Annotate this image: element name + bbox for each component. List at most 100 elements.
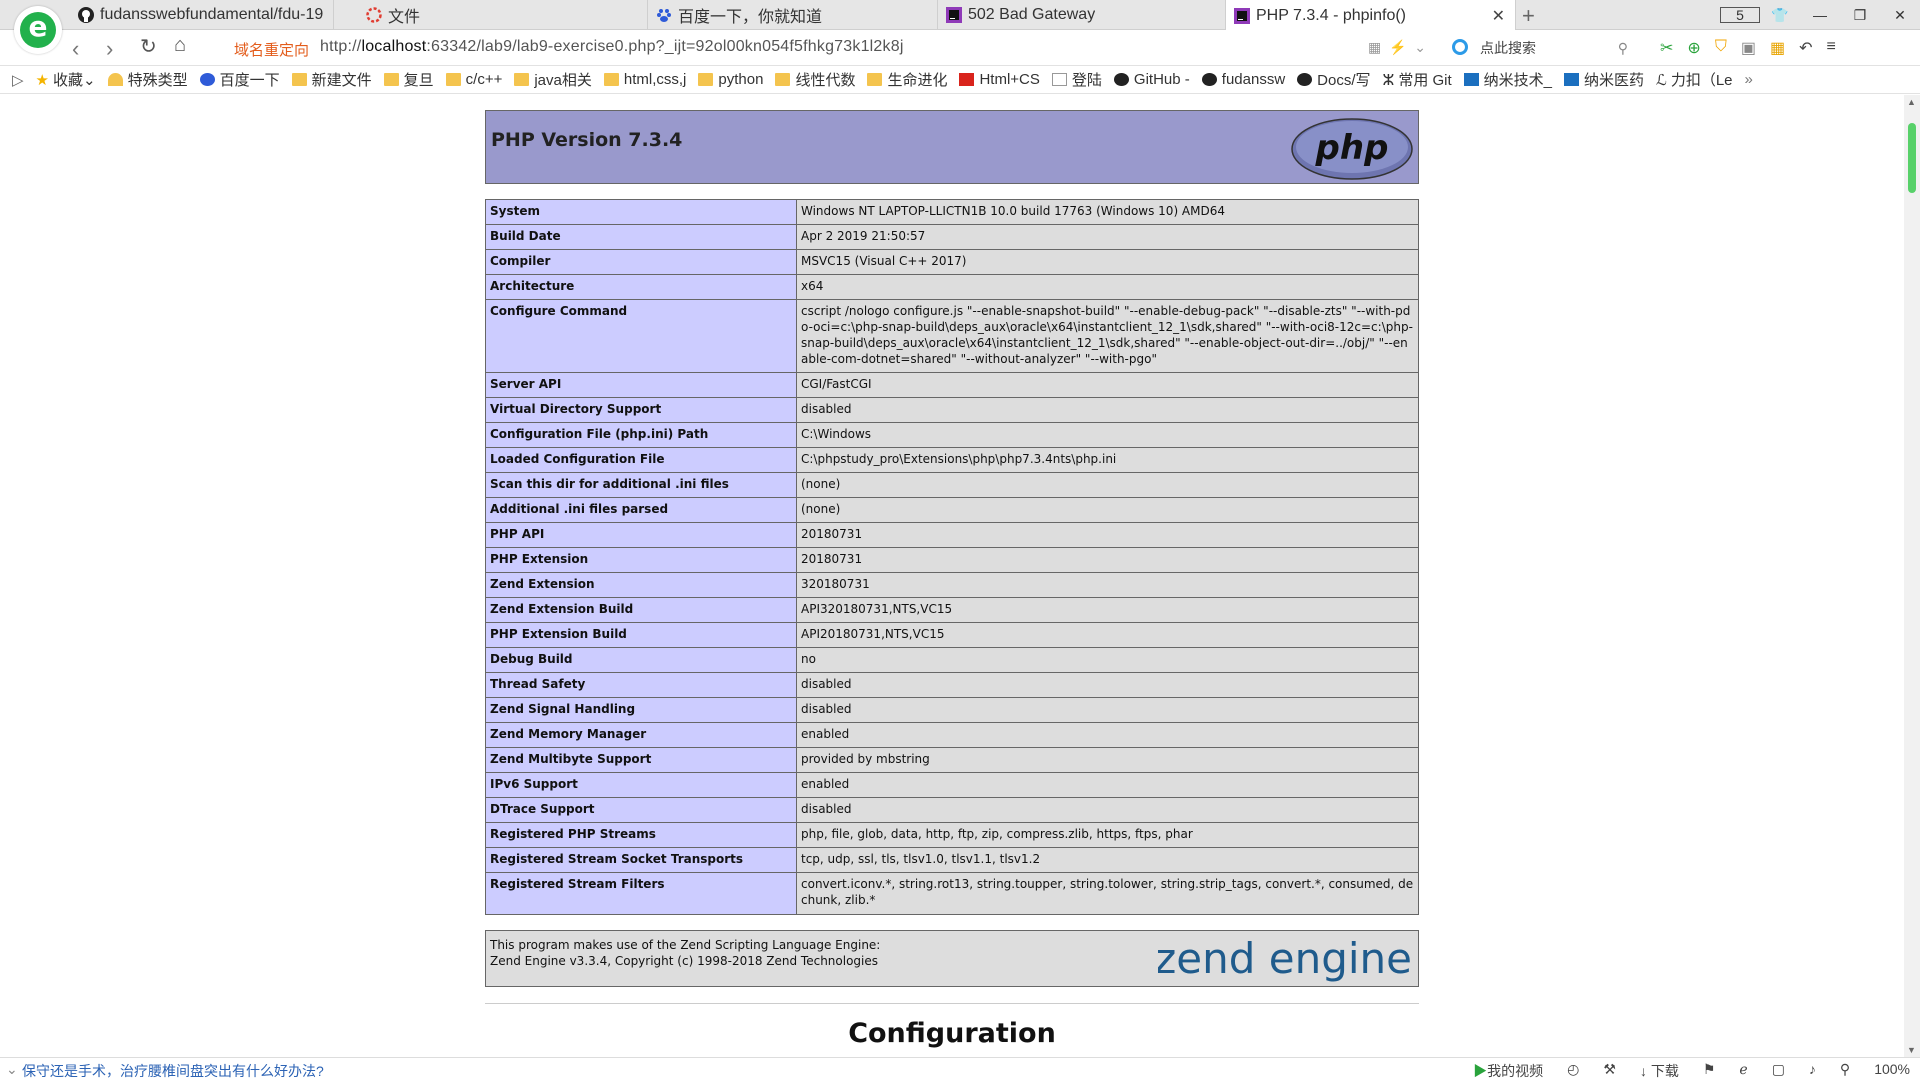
window-icon[interactable]: ▢ [1772,1061,1785,1081]
bookmark-item[interactable]: 纳米技术_ [1463,69,1552,90]
forward-button[interactable]: › [106,36,113,62]
row-value: API320180731,NTS,VC15 [796,597,1419,623]
speed-icon[interactable]: ◴ [1567,1061,1579,1081]
menu-icon[interactable]: ≡ [1826,38,1835,58]
browser-logo-icon[interactable]: e [14,6,62,54]
translate-icon[interactable]: ⊕ [1687,38,1700,58]
reload-icon[interactable]: ↻ [140,34,157,59]
bookmark-folder[interactable]: c/c++ [445,71,502,88]
star-icon: ★ [35,71,49,89]
page-scrollbar[interactable]: ▲ ▼ [1904,95,1920,1057]
bookmark-folder[interactable]: 生命进化 [867,69,947,90]
bookmark-item[interactable]: 特殊类型 [107,69,188,90]
phpinfo-container: PHP Version 7.3.4 php System Windows NT L… [485,110,1419,1049]
my-video-button[interactable]: ▶我的视频 [1473,1061,1543,1081]
tab-strip: e fudansswebfundamental/fdu-19 文件 百度一下，你… [0,0,1920,54]
tab-label: 502 Bad Gateway [968,6,1096,23]
tab-github[interactable]: fudansswebfundamental/fdu-19 [70,0,334,30]
restore-button[interactable]: ❐ [1840,7,1880,24]
row-value: (none) [796,472,1419,498]
close-window-button[interactable]: ✕ [1880,7,1920,24]
scroll-thumb[interactable] [1908,123,1916,193]
chevron-down-icon[interactable]: ⌄ [6,1061,18,1078]
home-icon[interactable]: ⌂ [174,34,186,57]
bookmark-folder[interactable]: 线性代数 [775,69,855,90]
table-row: Build Date Apr 2 2019 21:50:57 [485,224,1419,250]
search-input[interactable]: 点此搜索 ⚲ [1448,36,1634,60]
screenshot-icon[interactable]: ▣ [1741,38,1756,58]
github-icon [1297,73,1313,86]
c-icon [959,73,975,86]
sidebar-toggle-icon[interactable]: ▷ [12,71,24,89]
tab-file[interactable]: 文件 [358,0,648,30]
bookmark-folder[interactable]: python [698,71,763,88]
bookmark-item[interactable]: ℒ 力扣（Le [1656,69,1733,90]
scroll-up-icon[interactable]: ▲ [1907,97,1916,107]
row-key: Registered Stream Socket Transports [485,847,797,873]
minimize-button[interactable]: — [1800,7,1840,23]
table-row: IPv6 Support enabled [485,772,1419,798]
table-row: Registered Stream Filters convert.iconv.*… [485,872,1419,915]
bookmark-folder[interactable]: html,css,j [603,71,686,88]
bookmark-folder[interactable]: java相关 [514,69,592,90]
download-button[interactable]: ↓ 下载 [1640,1061,1679,1081]
php-logo[interactable]: php [1290,117,1414,181]
row-value: Apr 2 2019 21:50:57 [796,224,1419,250]
undo-icon[interactable]: ↶ [1799,38,1812,58]
row-value: disabled [796,672,1419,698]
phpstorm-icon [1234,7,1250,24]
zend-engine-logo[interactable]: zend engine [1158,935,1414,985]
bookmark-item[interactable]: 百度一下 [199,69,280,90]
bookmark-item[interactable]: Docs/写 [1297,69,1371,90]
row-value: API20180731,NTS,VC15 [796,622,1419,648]
scroll-down-icon[interactable]: ▼ [1907,1045,1916,1055]
bookmark-folder[interactable]: 复旦 [383,69,434,90]
table-row: Configuration File (php.ini) Path C:\Wind… [485,422,1419,448]
row-key: Compiler [485,249,797,275]
row-value: C:\Windows [796,422,1419,448]
bookmark-item[interactable]: ⵣ 常用 Git [1383,69,1452,90]
apps-icon[interactable]: ▦ [1770,38,1785,58]
bookmark-item[interactable]: 登陆 [1051,69,1102,90]
url-input[interactable]: http://localhost:63342/lab9/lab9-exercis… [320,38,904,56]
redirect-label[interactable]: 域名重定向 [234,39,309,60]
ie-icon[interactable]: ℯ [1739,1061,1747,1081]
search-icon[interactable]: ⚲ [1618,36,1628,60]
close-tab-icon[interactable]: ✕ [1492,6,1505,26]
row-key: Zend Signal Handling [485,697,797,723]
clean-icon[interactable]: ⚒ [1603,1061,1616,1081]
tab-count-button[interactable]: 5 [1720,7,1760,23]
bookmark-folder[interactable]: 新建文件 [291,69,372,90]
bookmark-item[interactable]: 纳米医药 [1564,69,1644,90]
php-info-table: System Windows NT LAPTOP-LLICTN1B 10.0 bu… [485,199,1419,915]
table-row: Zend Memory Manager enabled [485,722,1419,748]
scissors-icon[interactable]: ✂ [1660,38,1673,58]
sound-icon[interactable]: ♪ [1809,1061,1816,1081]
site-icon [1564,73,1580,86]
row-value: convert.iconv.*, string.rot13, string.to… [796,872,1419,915]
tab-502[interactable]: 502 Bad Gateway [938,0,1226,30]
zend-credit: This program makes use of the Zend Scrip… [490,937,880,969]
new-tab-button[interactable]: + [1522,3,1535,29]
zend-logo-text: zend engine [1158,935,1412,983]
row-value: Windows NT LAPTOP-LLICTN1B 10.0 build 17… [796,199,1419,225]
url-rest: :63342/lab9/lab9-exercise0.php?_ijt=92ol… [426,38,904,55]
tab-baidu[interactable]: 百度一下，你就知道 [648,0,938,30]
zoom-icon[interactable]: ⚲ [1840,1061,1850,1081]
url-tools[interactable]: ▦ ⚡ ⌄ [1368,39,1426,56]
bookmark-item[interactable]: Html+CS [959,71,1040,88]
bookmark-item[interactable]: GitHub - [1113,71,1190,88]
flag-icon[interactable]: ⚑ [1703,1061,1716,1081]
back-button[interactable]: ‹ [72,36,79,62]
tab-phpinfo[interactable]: PHP 7.3.4 - phpinfo() ✕ [1226,0,1516,31]
zoom-level[interactable]: 100% [1874,1061,1910,1081]
shirt-icon[interactable]: 👕 [1760,7,1800,24]
bookmark-item[interactable]: fudanssw [1201,71,1285,88]
news-ticker-link[interactable]: 保守还是手术，治疗腰椎间盘突出有什么好办法? [22,1061,324,1081]
folder-icon [698,73,714,86]
more-bookmarks-icon[interactable]: » [1745,71,1753,88]
bookmark-favorites[interactable]: ★ 收藏 ⌄ [36,69,96,90]
shield-icon[interactable]: ⛉ [1715,38,1727,58]
table-row: Zend Multibyte Support provided by mbstri… [485,747,1419,773]
video-icon: ▶ [1473,1063,1488,1079]
